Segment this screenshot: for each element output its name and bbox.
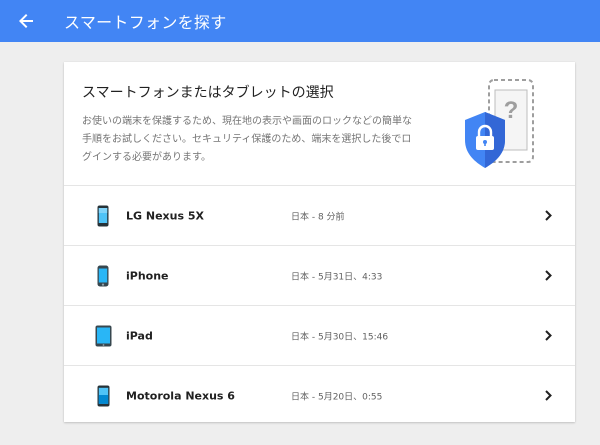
smartphone-icon	[92, 382, 114, 410]
chevron-right-icon	[543, 210, 553, 222]
card-description: お使いの端末を保護するため、現在地の表示や画面のロックなどの簡単な手順をお試しく…	[82, 116, 412, 163]
device-row-ipad[interactable]: iPad 日本 - 5月30日、15:46	[64, 306, 575, 366]
chevron-right-icon	[543, 270, 553, 282]
device-row-lg-nexus-5x[interactable]: LG Nexus 5X 日本 - 8 分前	[64, 186, 575, 246]
device-name: iPad	[126, 329, 153, 342]
shield-lock-phone-icon: ?	[465, 79, 534, 168]
arrow-back-icon	[19, 14, 33, 28]
chevron-right-icon	[543, 330, 553, 342]
device-name: Motorola Nexus 6	[126, 389, 235, 402]
device-list: LG Nexus 5X 日本 - 8 分前 iPhone 日本 - 5月31日、…	[64, 186, 575, 425]
card-title: スマートフォンまたはタブレットの選択	[82, 85, 334, 101]
device-last-seen: 日本 - 5月20日、0:55	[291, 392, 383, 402]
device-last-seen: 日本 - 5月30日、15:46	[291, 332, 389, 342]
page-title: スマートフォンを探す	[64, 13, 227, 32]
device-row-iphone[interactable]: iPhone 日本 - 5月31日、4:33	[64, 246, 575, 306]
smartphone-icon	[92, 262, 114, 290]
card-header: スマートフォンまたはタブレットの選択 お使いの端末を保護するため、現在地の表示や…	[64, 62, 575, 186]
device-last-seen: 日本 - 8 分前	[291, 212, 345, 222]
device-selection-card: スマートフォンまたはタブレットの選択 お使いの端末を保護するため、現在地の表示や…	[64, 62, 575, 422]
device-name: iPhone	[126, 269, 169, 282]
smartphone-icon	[92, 202, 114, 230]
back-button[interactable]	[18, 0, 60, 42]
device-name: LG Nexus 5X	[126, 209, 204, 222]
svg-text:?: ?	[504, 97, 519, 124]
device-row-motorola-nexus-6[interactable]: Motorola Nexus 6 日本 - 5月20日、0:55	[64, 366, 575, 425]
device-last-seen: 日本 - 5月31日、4:33	[291, 272, 383, 282]
app-bar: スマートフォンを探す	[0, 0, 600, 42]
chevron-right-icon	[543, 390, 553, 402]
tablet-icon	[92, 322, 114, 350]
